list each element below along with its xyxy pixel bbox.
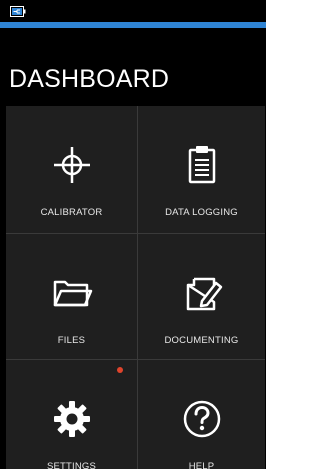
folder-icon [53, 280, 92, 307]
tile-help[interactable]: HELP [138, 360, 265, 469]
tile-label: DATA LOGGING [165, 207, 238, 218]
tile-label: SETTINGS [46, 461, 97, 469]
tile-settings[interactable]: SETTINGS [6, 360, 137, 469]
tile-label: FILES [57, 335, 86, 346]
tile-label: CALIBRATOR [40, 207, 103, 218]
notification-dot [117, 367, 123, 373]
tile-documenting[interactable]: DOCUMENTING [138, 234, 265, 359]
clipboard-icon [188, 146, 215, 184]
crosshair-icon [53, 147, 90, 183]
document-pen-icon [186, 277, 222, 311]
tile-calibrator[interactable]: CALIBRATOR [6, 106, 137, 233]
tile-label: HELP [188, 461, 215, 469]
device-screen: DASHBOARD CALIBRATOR DATA LOGGING FILES … [0, 0, 266, 469]
status-bar [0, 0, 266, 22]
gear-icon [53, 401, 90, 437]
title-area: DASHBOARD [0, 28, 266, 100]
page-title: DASHBOARD [9, 65, 170, 93]
dashboard-menu-grid: CALIBRATOR DATA LOGGING FILES DOCUMENTIN… [6, 106, 265, 469]
help-icon [183, 400, 220, 438]
tile-files[interactable]: FILES [6, 234, 137, 359]
tile-data-logging[interactable]: DATA LOGGING [138, 106, 265, 233]
battery-plug-icon [10, 6, 26, 17]
tile-label: DOCUMENTING [164, 335, 239, 346]
